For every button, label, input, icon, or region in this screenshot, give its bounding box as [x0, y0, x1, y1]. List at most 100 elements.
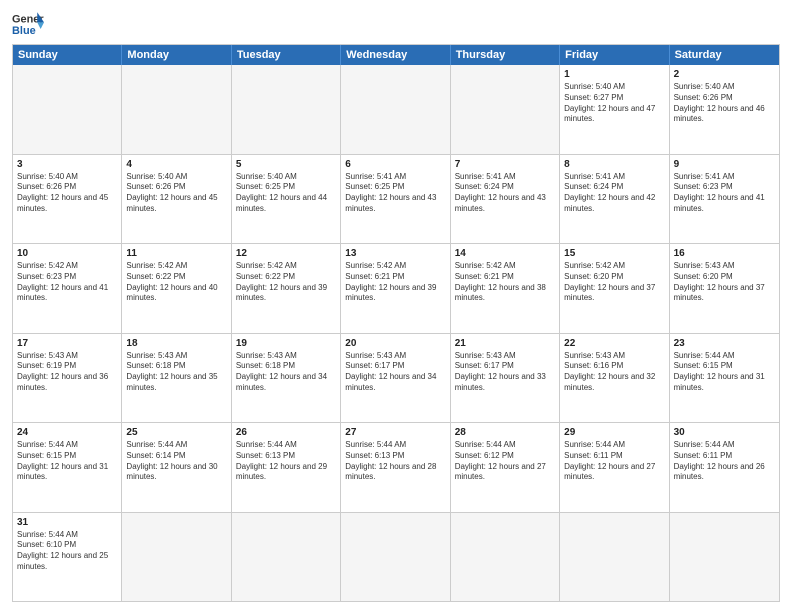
calendar-cell-r3-c2: 19Sunrise: 5:43 AM Sunset: 6:18 PM Dayli…	[232, 334, 341, 423]
sun-info: Sunrise: 5:40 AM Sunset: 6:25 PM Dayligh…	[236, 172, 336, 215]
header: General Blue	[12, 10, 780, 38]
calendar-row-3: 17Sunrise: 5:43 AM Sunset: 6:19 PM Dayli…	[13, 333, 779, 423]
sun-info: Sunrise: 5:40 AM Sunset: 6:26 PM Dayligh…	[674, 82, 775, 125]
day-number: 30	[674, 426, 775, 439]
day-number: 16	[674, 247, 775, 260]
calendar-cell-r5-c4	[451, 513, 560, 602]
day-number: 3	[17, 158, 117, 171]
sun-info: Sunrise: 5:44 AM Sunset: 6:11 PM Dayligh…	[674, 440, 775, 483]
day-number: 20	[345, 337, 445, 350]
calendar-cell-r1-c3: 6Sunrise: 5:41 AM Sunset: 6:25 PM Daylig…	[341, 155, 450, 244]
calendar-cell-r0-c3	[341, 65, 450, 154]
calendar-cell-r3-c1: 18Sunrise: 5:43 AM Sunset: 6:18 PM Dayli…	[122, 334, 231, 423]
sun-info: Sunrise: 5:44 AM Sunset: 6:12 PM Dayligh…	[455, 440, 555, 483]
calendar-cell-r3-c3: 20Sunrise: 5:43 AM Sunset: 6:17 PM Dayli…	[341, 334, 450, 423]
calendar-cell-r3-c0: 17Sunrise: 5:43 AM Sunset: 6:19 PM Dayli…	[13, 334, 122, 423]
calendar-cell-r1-c6: 9Sunrise: 5:41 AM Sunset: 6:23 PM Daylig…	[670, 155, 779, 244]
calendar-cell-r0-c1	[122, 65, 231, 154]
generalblue-logo-icon: General Blue	[12, 10, 44, 38]
day-number: 24	[17, 426, 117, 439]
calendar-cell-r3-c4: 21Sunrise: 5:43 AM Sunset: 6:17 PM Dayli…	[451, 334, 560, 423]
calendar-cell-r0-c0	[13, 65, 122, 154]
day-number: 26	[236, 426, 336, 439]
day-number: 29	[564, 426, 664, 439]
calendar-cell-r1-c5: 8Sunrise: 5:41 AM Sunset: 6:24 PM Daylig…	[560, 155, 669, 244]
calendar-cell-r4-c6: 30Sunrise: 5:44 AM Sunset: 6:11 PM Dayli…	[670, 423, 779, 512]
sun-info: Sunrise: 5:43 AM Sunset: 6:16 PM Dayligh…	[564, 351, 664, 394]
sun-info: Sunrise: 5:42 AM Sunset: 6:20 PM Dayligh…	[564, 261, 664, 304]
weekday-header-friday: Friday	[560, 45, 669, 65]
calendar-cell-r1-c4: 7Sunrise: 5:41 AM Sunset: 6:24 PM Daylig…	[451, 155, 560, 244]
calendar-cell-r2-c0: 10Sunrise: 5:42 AM Sunset: 6:23 PM Dayli…	[13, 244, 122, 333]
day-number: 25	[126, 426, 226, 439]
sun-info: Sunrise: 5:44 AM Sunset: 6:14 PM Dayligh…	[126, 440, 226, 483]
sun-info: Sunrise: 5:44 AM Sunset: 6:15 PM Dayligh…	[17, 440, 117, 483]
calendar-cell-r4-c1: 25Sunrise: 5:44 AM Sunset: 6:14 PM Dayli…	[122, 423, 231, 512]
weekday-header-monday: Monday	[122, 45, 231, 65]
day-number: 12	[236, 247, 336, 260]
day-number: 5	[236, 158, 336, 171]
weekday-header-wednesday: Wednesday	[341, 45, 450, 65]
sun-info: Sunrise: 5:44 AM Sunset: 6:10 PM Dayligh…	[17, 530, 117, 573]
calendar-cell-r5-c1	[122, 513, 231, 602]
calendar-cell-r1-c2: 5Sunrise: 5:40 AM Sunset: 6:25 PM Daylig…	[232, 155, 341, 244]
calendar-cell-r4-c5: 29Sunrise: 5:44 AM Sunset: 6:11 PM Dayli…	[560, 423, 669, 512]
weekday-header-thursday: Thursday	[451, 45, 560, 65]
calendar-row-1: 3Sunrise: 5:40 AM Sunset: 6:26 PM Daylig…	[13, 154, 779, 244]
day-number: 17	[17, 337, 117, 350]
calendar-cell-r4-c4: 28Sunrise: 5:44 AM Sunset: 6:12 PM Dayli…	[451, 423, 560, 512]
sun-info: Sunrise: 5:43 AM Sunset: 6:17 PM Dayligh…	[345, 351, 445, 394]
calendar-cell-r0-c4	[451, 65, 560, 154]
calendar-cell-r0-c6: 2Sunrise: 5:40 AM Sunset: 6:26 PM Daylig…	[670, 65, 779, 154]
day-number: 7	[455, 158, 555, 171]
sun-info: Sunrise: 5:41 AM Sunset: 6:25 PM Dayligh…	[345, 172, 445, 215]
sun-info: Sunrise: 5:42 AM Sunset: 6:21 PM Dayligh…	[345, 261, 445, 304]
sun-info: Sunrise: 5:43 AM Sunset: 6:18 PM Dayligh…	[126, 351, 226, 394]
sun-info: Sunrise: 5:44 AM Sunset: 6:11 PM Dayligh…	[564, 440, 664, 483]
day-number: 4	[126, 158, 226, 171]
sun-info: Sunrise: 5:43 AM Sunset: 6:20 PM Dayligh…	[674, 261, 775, 304]
day-number: 10	[17, 247, 117, 260]
calendar-cell-r5-c6	[670, 513, 779, 602]
calendar-cell-r2-c4: 14Sunrise: 5:42 AM Sunset: 6:21 PM Dayli…	[451, 244, 560, 333]
calendar-cell-r5-c3	[341, 513, 450, 602]
sun-info: Sunrise: 5:40 AM Sunset: 6:26 PM Dayligh…	[17, 172, 117, 215]
calendar-cell-r0-c5: 1Sunrise: 5:40 AM Sunset: 6:27 PM Daylig…	[560, 65, 669, 154]
sun-info: Sunrise: 5:42 AM Sunset: 6:22 PM Dayligh…	[126, 261, 226, 304]
sun-info: Sunrise: 5:43 AM Sunset: 6:18 PM Dayligh…	[236, 351, 336, 394]
calendar-row-0: 1Sunrise: 5:40 AM Sunset: 6:27 PM Daylig…	[13, 65, 779, 154]
sun-info: Sunrise: 5:44 AM Sunset: 6:13 PM Dayligh…	[345, 440, 445, 483]
day-number: 11	[126, 247, 226, 260]
calendar-cell-r3-c5: 22Sunrise: 5:43 AM Sunset: 6:16 PM Dayli…	[560, 334, 669, 423]
weekday-header-saturday: Saturday	[670, 45, 779, 65]
sun-info: Sunrise: 5:42 AM Sunset: 6:21 PM Dayligh…	[455, 261, 555, 304]
day-number: 19	[236, 337, 336, 350]
calendar-cell-r4-c0: 24Sunrise: 5:44 AM Sunset: 6:15 PM Dayli…	[13, 423, 122, 512]
day-number: 28	[455, 426, 555, 439]
day-number: 14	[455, 247, 555, 260]
day-number: 13	[345, 247, 445, 260]
day-number: 21	[455, 337, 555, 350]
sun-info: Sunrise: 5:43 AM Sunset: 6:19 PM Dayligh…	[17, 351, 117, 394]
day-number: 31	[17, 516, 117, 529]
sun-info: Sunrise: 5:43 AM Sunset: 6:17 PM Dayligh…	[455, 351, 555, 394]
calendar-cell-r2-c2: 12Sunrise: 5:42 AM Sunset: 6:22 PM Dayli…	[232, 244, 341, 333]
day-number: 15	[564, 247, 664, 260]
calendar-row-2: 10Sunrise: 5:42 AM Sunset: 6:23 PM Dayli…	[13, 243, 779, 333]
day-number: 1	[564, 68, 664, 81]
calendar-cell-r2-c6: 16Sunrise: 5:43 AM Sunset: 6:20 PM Dayli…	[670, 244, 779, 333]
calendar-cell-r5-c0: 31Sunrise: 5:44 AM Sunset: 6:10 PM Dayli…	[13, 513, 122, 602]
calendar-cell-r0-c2	[232, 65, 341, 154]
calendar-cell-r2-c5: 15Sunrise: 5:42 AM Sunset: 6:20 PM Dayli…	[560, 244, 669, 333]
day-number: 9	[674, 158, 775, 171]
sun-info: Sunrise: 5:44 AM Sunset: 6:15 PM Dayligh…	[674, 351, 775, 394]
calendar-cell-r5-c2	[232, 513, 341, 602]
sun-info: Sunrise: 5:41 AM Sunset: 6:23 PM Dayligh…	[674, 172, 775, 215]
calendar-cell-r3-c6: 23Sunrise: 5:44 AM Sunset: 6:15 PM Dayli…	[670, 334, 779, 423]
day-number: 23	[674, 337, 775, 350]
weekday-header-tuesday: Tuesday	[232, 45, 341, 65]
calendar-row-4: 24Sunrise: 5:44 AM Sunset: 6:15 PM Dayli…	[13, 422, 779, 512]
sun-info: Sunrise: 5:44 AM Sunset: 6:13 PM Dayligh…	[236, 440, 336, 483]
calendar-cell-r2-c1: 11Sunrise: 5:42 AM Sunset: 6:22 PM Dayli…	[122, 244, 231, 333]
calendar-cell-r5-c5	[560, 513, 669, 602]
